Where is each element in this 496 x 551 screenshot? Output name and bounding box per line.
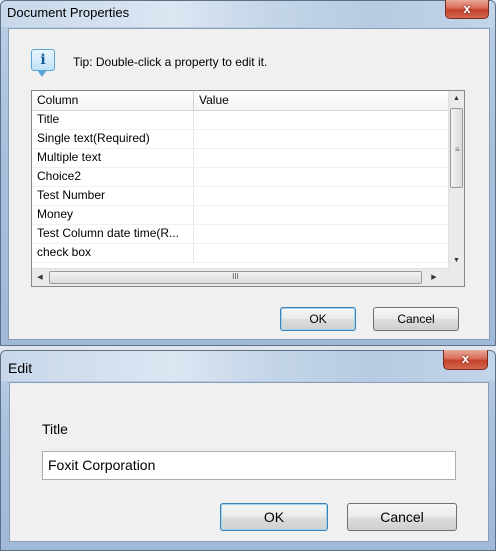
table-row[interactable]: Money bbox=[32, 206, 449, 225]
properties-table[interactable]: Column Value Title Single text(Required)… bbox=[31, 90, 465, 287]
table-row[interactable]: Test Number bbox=[32, 187, 449, 206]
cancel-button[interactable]: Cancel bbox=[373, 307, 459, 331]
table-body: Title Single text(Required) Multiple tex… bbox=[32, 111, 449, 268]
property-value bbox=[194, 149, 449, 167]
ok-button[interactable]: OK bbox=[220, 503, 328, 531]
property-name: Title bbox=[32, 111, 194, 129]
tip-text: Tip: Double-click a property to edit it. bbox=[73, 55, 268, 69]
vertical-scroll-thumb[interactable]: ≡ bbox=[450, 108, 463, 188]
property-name: Test Number bbox=[32, 187, 194, 205]
title-bar[interactable]: Document Properties x bbox=[1, 0, 495, 27]
dialog-body: Title Foxit Corporation OK Cancel bbox=[9, 382, 489, 542]
close-button[interactable]: x bbox=[443, 350, 488, 370]
window-title: Edit bbox=[8, 360, 33, 376]
title-input[interactable]: Foxit Corporation bbox=[42, 451, 456, 480]
close-button[interactable]: x bbox=[445, 0, 489, 19]
scroll-left-arrow-icon[interactable]: ◀ bbox=[32, 269, 48, 286]
horizontal-scroll-thumb[interactable]: III bbox=[49, 271, 422, 284]
edit-window: Edit x Title Foxit Corporation OK Cancel bbox=[0, 350, 496, 551]
info-icon: i bbox=[31, 49, 55, 77]
ok-button[interactable]: OK bbox=[280, 307, 356, 331]
property-value bbox=[194, 206, 449, 224]
grip-icon: ≡ bbox=[455, 145, 460, 154]
table-row[interactable]: Title bbox=[32, 111, 449, 130]
scroll-up-arrow-icon[interactable]: ▲ bbox=[449, 91, 464, 107]
table-row[interactable]: Single text(Required) bbox=[32, 130, 449, 149]
property-name: Choice2 bbox=[32, 168, 194, 186]
property-value bbox=[194, 225, 449, 243]
scroll-right-arrow-icon[interactable]: ▶ bbox=[426, 269, 442, 286]
title-bar[interactable]: Edit x bbox=[1, 350, 495, 381]
property-value bbox=[194, 130, 449, 148]
table-row[interactable]: Test Column date time(R... bbox=[32, 225, 449, 244]
field-label: Title bbox=[42, 421, 68, 437]
table-row[interactable]: Multiple text bbox=[32, 149, 449, 168]
property-value bbox=[194, 111, 449, 129]
dialog-body: i Tip: Double-click a property to edit i… bbox=[8, 28, 490, 340]
property-value bbox=[194, 168, 449, 186]
property-name: Single text(Required) bbox=[32, 130, 194, 148]
window-title: Document Properties bbox=[7, 5, 130, 20]
table-row[interactable]: Choice2 bbox=[32, 168, 449, 187]
vertical-scrollbar[interactable]: ▲ ≡ ▼ bbox=[448, 91, 464, 269]
scroll-down-arrow-icon[interactable]: ▼ bbox=[449, 253, 464, 269]
property-value bbox=[194, 244, 449, 262]
document-properties-window: Document Properties x i Tip: Double-clic… bbox=[0, 0, 496, 346]
property-value bbox=[194, 187, 449, 205]
property-name: Multiple text bbox=[32, 149, 194, 167]
property-name: Test Column date time(R... bbox=[32, 225, 194, 243]
cancel-button[interactable]: Cancel bbox=[347, 503, 457, 531]
property-name: Money bbox=[32, 206, 194, 224]
table-row[interactable]: check box bbox=[32, 244, 449, 263]
column-header-value[interactable]: Value bbox=[194, 91, 449, 110]
table-header: Column Value bbox=[32, 91, 449, 111]
horizontal-scrollbar[interactable]: ◀ III ▶ bbox=[32, 268, 449, 286]
scrollbar-corner bbox=[448, 268, 464, 286]
column-header-column[interactable]: Column bbox=[32, 91, 194, 110]
property-name: check box bbox=[32, 244, 194, 262]
